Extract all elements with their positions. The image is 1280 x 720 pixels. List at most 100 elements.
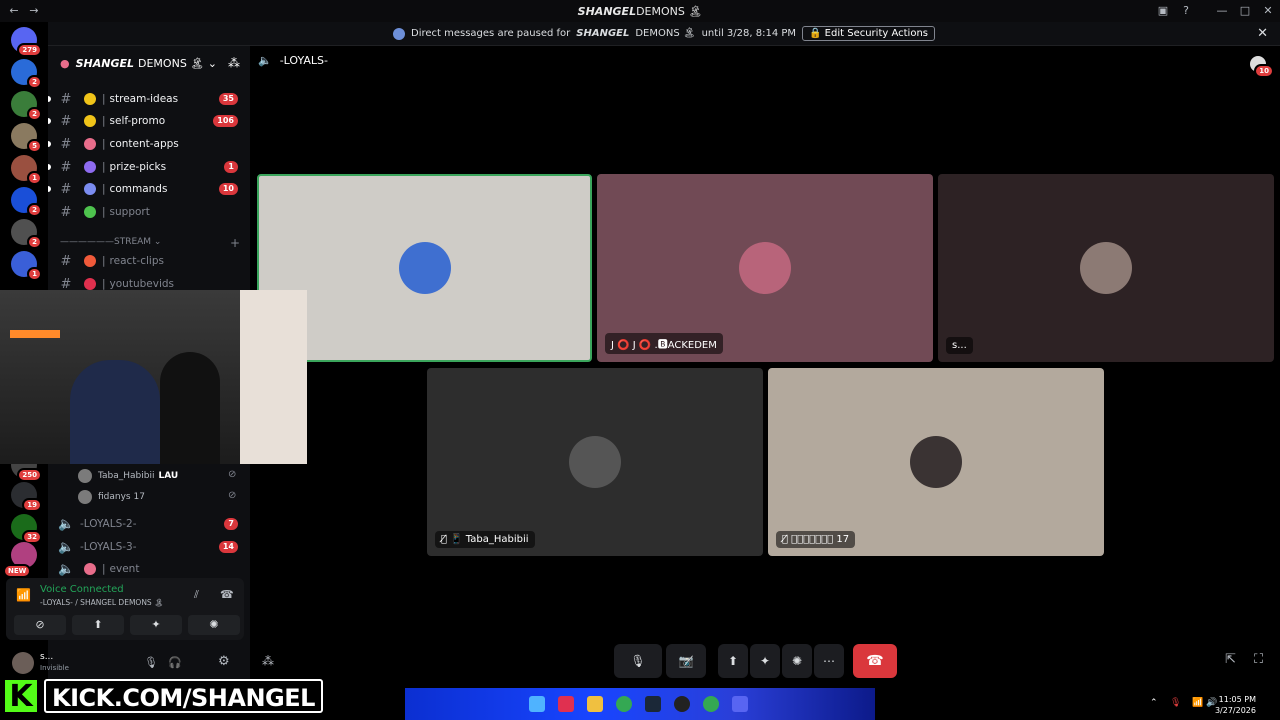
avatar: [78, 490, 92, 504]
noise-suppression-icon[interactable]: ⫽: [194, 588, 199, 602]
participant-avatar: [1080, 242, 1132, 294]
channel-commands[interactable]: # | commands 10: [48, 179, 250, 199]
camera-toggle-button[interactable]: ⊘: [14, 615, 66, 635]
add-friend-icon[interactable]: ⁂: [262, 654, 274, 668]
unread-dot: [48, 141, 51, 147]
video-tile[interactable]: J ⭕ J ⭕ .🅱ACKEDEM: [597, 174, 933, 362]
notifications-icon[interactable]: 10: [1250, 56, 1274, 78]
camera-off-icon: ⊘: [228, 469, 237, 480]
wifi-icon[interactable]: 📶: [1192, 698, 1203, 708]
voice-channel-event[interactable]: 🔈 | event: [48, 559, 250, 579]
avatar[interactable]: [12, 652, 34, 674]
channel-label: youtubevids: [109, 278, 175, 290]
hash-icon: #: [60, 136, 72, 152]
dm-home-icon[interactable]: 279: [11, 27, 42, 57]
channel-emoji-icon: [84, 278, 96, 290]
chrome-icon[interactable]: [703, 696, 719, 712]
voice-channel-loyals-3[interactable]: 🔈 -LOYALS-3- 14: [48, 537, 250, 557]
separator: |: [102, 183, 106, 195]
minimize-icon[interactable]: —: [1214, 3, 1230, 19]
server-icon[interactable]: 5: [11, 123, 42, 153]
guild-header[interactable]: ● SHANGEL DEMONS 🏝 ⌄ ⁂: [48, 50, 250, 76]
disconnect-button[interactable]: ☎: [853, 644, 897, 678]
chrome-icon[interactable]: [616, 696, 632, 712]
channel-prize-picks[interactable]: # | prize-picks 1: [48, 157, 250, 177]
popout-icon[interactable]: ⇱: [1225, 652, 1236, 667]
help-icon[interactable]: ?: [1178, 3, 1194, 19]
server-icon[interactable]: 2: [11, 219, 42, 249]
channel-label: prize-picks: [109, 161, 167, 173]
add-member-icon[interactable]: ⁂: [228, 56, 240, 70]
hash-icon: #: [60, 113, 72, 129]
channel-emoji-icon: [84, 161, 96, 173]
chevron-up-icon[interactable]: ⌃: [1150, 698, 1158, 708]
channel-emoji-icon: [84, 183, 96, 195]
channel-content-apps[interactable]: # | content-apps: [48, 134, 250, 154]
server-icon[interactable]: 2: [11, 187, 42, 217]
call-controls: 🎙 📷̸ ⬆ ✦ ✺ ⋯ ☎: [614, 644, 904, 678]
mic-icon[interactable]: 🎙: [1170, 698, 1181, 708]
clock-date: 3/27/2026: [1214, 706, 1256, 715]
video-tile[interactable]: [257, 174, 592, 362]
voice-user[interactable]: fidanys 17: [78, 488, 145, 506]
category-stream[interactable]: ——————STREAM ⌄ +: [60, 236, 240, 250]
channel-support[interactable]: # | support: [48, 202, 250, 222]
maximize-icon[interactable]: □: [1237, 3, 1253, 19]
screen-share-button[interactable]: ⬆: [718, 644, 748, 678]
voice-channel-loyals-2[interactable]: 🔈 -LOYALS-2- 7: [48, 514, 250, 534]
disconnect-icon[interactable]: ☎: [220, 588, 234, 601]
voice-connected-title[interactable]: Voice Connected: [40, 584, 124, 595]
obs-icon[interactable]: [674, 696, 690, 712]
kick-logo: K: [2, 677, 40, 715]
screen-share-button[interactable]: ⬆: [72, 615, 124, 635]
close-banner-icon[interactable]: ✕: [1257, 26, 1268, 41]
voice-user[interactable]: Taba_Habibii LAU: [78, 467, 178, 485]
channel-self-promo[interactable]: # | self-promo 106: [48, 111, 250, 131]
activity-button[interactable]: ✦: [750, 644, 780, 678]
soundboard-button[interactable]: ✺: [188, 615, 240, 635]
fullscreen-icon[interactable]: ⛶: [1254, 652, 1263, 667]
participant-avatar: [910, 436, 962, 488]
discord-icon[interactable]: [732, 696, 748, 712]
server-icon[interactable]: 1: [11, 251, 42, 281]
inbox-icon[interactable]: ▣: [1155, 3, 1171, 19]
camera-toggle-button[interactable]: 📷̸: [666, 644, 706, 678]
server-icon[interactable]: 2: [11, 59, 42, 89]
server-badge: 2: [27, 235, 42, 249]
kick-server-icon[interactable]: 32: [11, 514, 42, 544]
edit-security-actions-button[interactable]: 🔒 Edit Security Actions: [802, 26, 935, 41]
headphones-icon[interactable]: 🎧: [168, 656, 182, 669]
hash-icon: #: [60, 159, 72, 175]
user-name[interactable]: s...: [40, 652, 53, 662]
steam-icon[interactable]: [645, 696, 661, 712]
server-icon[interactable]: 19: [11, 482, 42, 512]
streamer-webcam-overlay: [0, 290, 307, 464]
voice-user-name: fidanys 17: [98, 492, 145, 502]
mic-icon[interactable]: 🎙: [144, 656, 158, 669]
channel-emoji-icon: [84, 206, 96, 218]
start-icon[interactable]: [529, 696, 545, 712]
server-icon[interactable]: NEW: [3, 542, 37, 578]
app-icon[interactable]: [558, 696, 574, 712]
server-icon[interactable]: 1: [11, 155, 42, 185]
banner-server-rest: DEMONS 🏝: [635, 28, 696, 39]
video-tile[interactable]: s...: [938, 174, 1274, 362]
more-options-button[interactable]: ⋯: [814, 644, 844, 678]
settings-gear-icon[interactable]: ⚙: [218, 654, 230, 669]
video-tile[interactable]: 🎙̸ 📱 Taba_Habibii: [427, 368, 763, 556]
guild-name-rest: DEMONS 🏝 ⌄: [138, 56, 217, 70]
activity-button[interactable]: ✦: [130, 615, 182, 635]
taskbar-clock[interactable]: 11:05 PM 3/27/2026: [1215, 694, 1256, 716]
close-window-icon[interactable]: ✕: [1260, 3, 1276, 19]
soundboard-button[interactable]: ✺: [782, 644, 812, 678]
mention-count: 7: [224, 518, 238, 530]
server-badge: 279: [17, 43, 42, 57]
server-icon[interactable]: 2: [11, 91, 42, 121]
file-explorer-icon[interactable]: [587, 696, 603, 712]
channel-react-clips[interactable]: # | react-clips: [48, 251, 250, 271]
video-tile[interactable]: 🎙̸ 𝐟𝐢𝐝𝐚𝐧𝐲𝐬 17: [768, 368, 1104, 556]
create-channel-icon[interactable]: +: [230, 236, 240, 250]
mic-toggle-button[interactable]: 🎙: [614, 644, 662, 678]
voice-connected-sub[interactable]: -LOYALS- / SHANGEL DEMONS 🏝: [40, 598, 164, 607]
channel-stream-ideas[interactable]: # | stream-ideas 35: [48, 89, 250, 109]
